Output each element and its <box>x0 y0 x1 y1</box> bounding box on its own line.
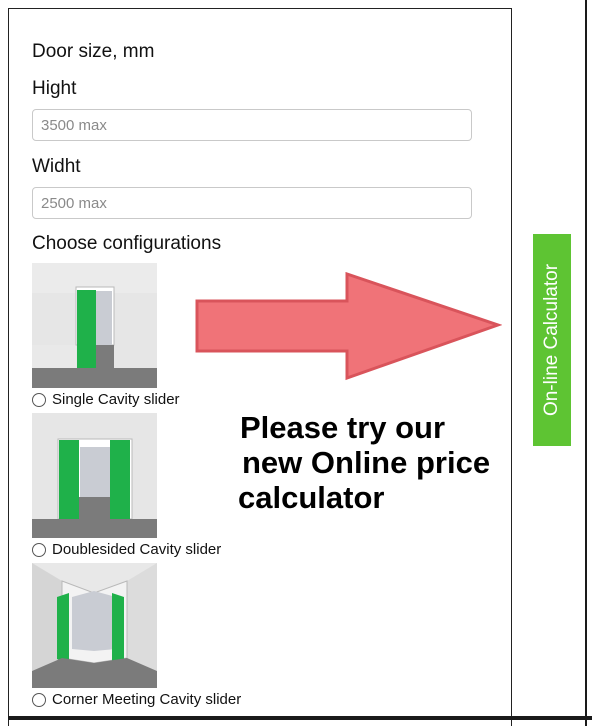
promo-line-3: calculator <box>238 480 385 515</box>
single-cavity-slider-image[interactable] <box>32 263 157 388</box>
doublesided-cavity-radio[interactable] <box>32 542 46 557</box>
promo-line-1: Please try our <box>240 410 446 445</box>
page-bottom-border <box>8 716 592 720</box>
corner-meeting-cavity-radio[interactable] <box>32 692 46 707</box>
width-input[interactable] <box>32 187 472 219</box>
online-calculator-tab-label: On-line Calculator <box>541 263 562 417</box>
page: Door size, mm Hight Widht Choose configu… <box>0 0 598 726</box>
configurations-title: Choose configurations <box>32 233 222 254</box>
corner-meeting-cavity-label: Corner Meeting Cavity slider <box>52 691 242 708</box>
arrow-right-icon <box>195 272 502 381</box>
single-cavity-label: Single Cavity slider <box>52 391 180 408</box>
promo-line-2: new Online price <box>242 445 491 480</box>
width-label: Widht <box>32 156 81 177</box>
online-calculator-tab[interactable]: On-line Calculator <box>533 234 571 446</box>
page-right-border <box>585 0 587 726</box>
height-input[interactable] <box>32 109 472 141</box>
height-label: Hight <box>32 78 77 99</box>
single-cavity-radio[interactable] <box>32 392 46 407</box>
promo-text: Please try our new Online price calculat… <box>238 410 491 515</box>
corner-meeting-cavity-slider-image[interactable] <box>32 563 157 688</box>
doublesided-cavity-label: Doublesided Cavity slider <box>52 541 222 558</box>
option-single-cavity[interactable]: Single Cavity slider <box>32 391 180 408</box>
option-corner-meeting-cavity[interactable]: Corner Meeting Cavity slider <box>32 691 241 708</box>
option-doublesided-cavity[interactable]: Doublesided Cavity slider <box>32 541 221 558</box>
doublesided-cavity-slider-image[interactable] <box>32 413 157 538</box>
door-size-title: Door size, mm <box>32 41 155 62</box>
